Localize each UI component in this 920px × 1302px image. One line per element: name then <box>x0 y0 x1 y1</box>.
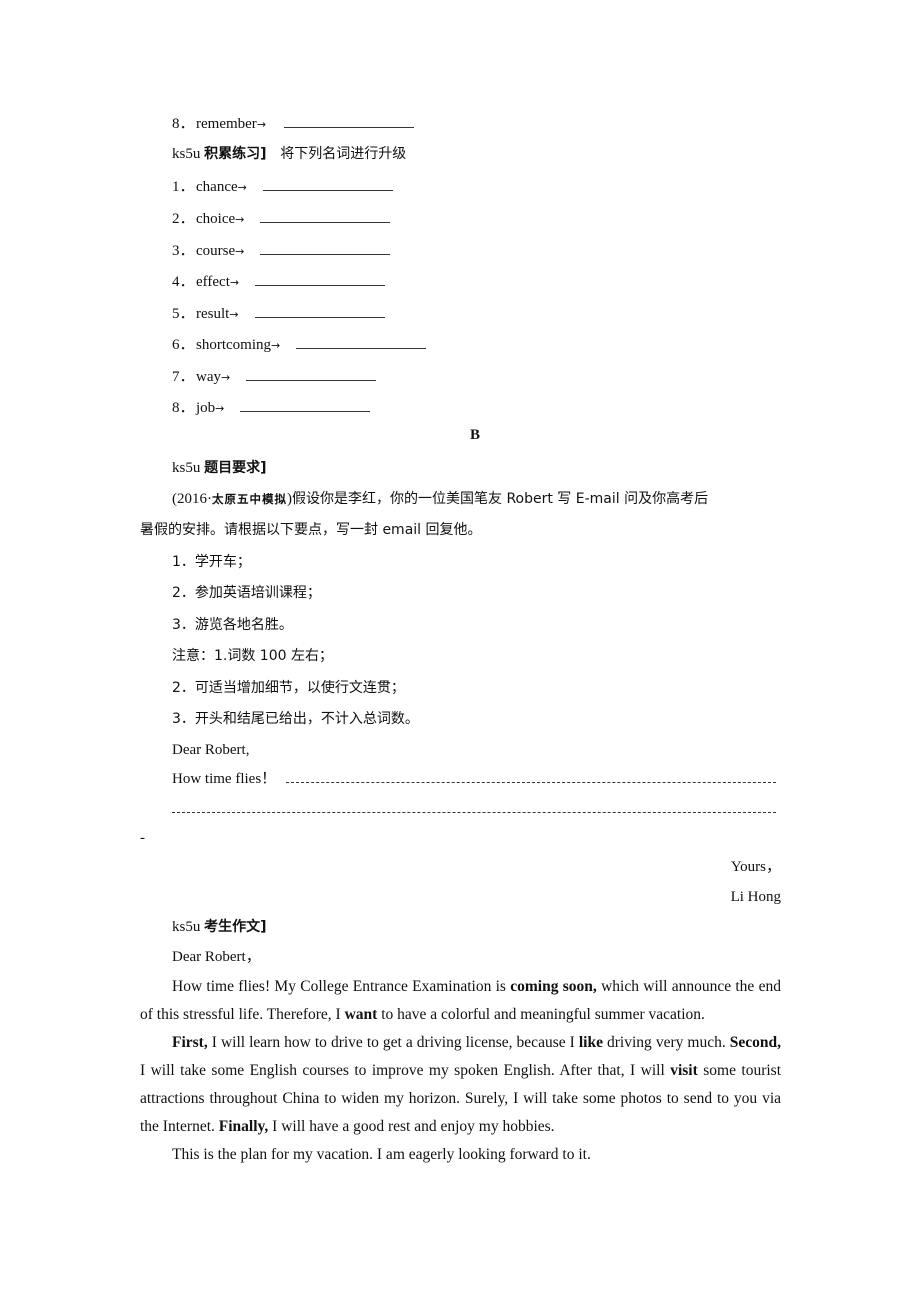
essay-greeting: Dear Robert， <box>172 949 261 965</box>
item-word: shortcoming <box>196 337 271 353</box>
emphasized-phrase: visit <box>670 1062 698 1079</box>
essay-text: I will take some English courses to impr… <box>140 1062 671 1079</box>
emphasized-phrase: want <box>344 1006 378 1023</box>
section-title: 题目要求] <box>204 460 267 476</box>
section-tag: ks5u <box>172 460 201 476</box>
section-title: 积累练习] <box>204 146 267 162</box>
section-title: 考生作文] <box>204 919 267 935</box>
arrow-icon: → <box>271 339 281 352</box>
answer-blank[interactable] <box>246 366 377 381</box>
essay-paragraph-2: First, I will learn how to drive to get … <box>140 1029 781 1141</box>
exercise-item: 7．way→ <box>172 366 377 386</box>
item-word: result <box>196 306 230 322</box>
section-title-essay: ks5u 考生作文] <box>172 917 267 937</box>
writing-area-line[interactable] <box>285 771 776 783</box>
point-item: 1．学开车； <box>172 554 251 570</box>
writing-area-line[interactable] <box>172 801 776 813</box>
emphasized-phrase: First, <box>172 1034 208 1051</box>
section-title-practice: ks5u 积累练习] 将下列名词进行升级 <box>172 144 406 164</box>
prompt-line-1: (2016·太原五中模拟)假设你是李红，你的一位美国笔友 Robert 写 E-… <box>172 489 708 509</box>
answer-blank[interactable] <box>255 271 386 286</box>
arrow-icon: → <box>256 118 267 131</box>
note-item: 注意：1.词数 100 左右； <box>172 648 333 664</box>
essay-text: to have a colorful and meaningful summer… <box>377 1006 705 1023</box>
arrow-icon: → <box>215 402 225 415</box>
answer-blank[interactable] <box>260 208 391 223</box>
item-word: course <box>196 243 236 259</box>
item-number: 1． <box>172 179 195 195</box>
item-word: remember <box>196 116 257 132</box>
answer-blank[interactable] <box>262 176 393 191</box>
exercise-item: 5．result→ <box>172 303 385 323</box>
item-word: chance <box>196 179 238 195</box>
source-name: 太原五中模拟 <box>212 492 287 506</box>
answer-blank[interactable] <box>254 303 385 318</box>
point-item: 3．游览各地名胜。 <box>172 617 293 633</box>
item-number: 3． <box>172 243 195 259</box>
item-word: effect <box>196 274 230 290</box>
essay-text: I will have a good rest and enjoy my hob… <box>268 1118 555 1135</box>
section-instruction: 将下列名词进行升级 <box>280 146 407 162</box>
letter-opening-line: How time flies！ <box>172 769 776 789</box>
source-open: (2016· <box>172 491 212 507</box>
exercise-item: 8．job→ <box>172 397 371 417</box>
emphasized-phrase: Finally, <box>218 1118 269 1135</box>
answer-blank[interactable] <box>284 113 415 128</box>
item-number: 6． <box>172 337 195 353</box>
note-item: 2．可适当增加细节，以使行文连贯； <box>172 680 405 696</box>
arrow-icon: → <box>221 371 231 384</box>
writing-area-line-2 <box>172 799 776 819</box>
essay-paragraph-3: This is the plan for my vacation. I am e… <box>140 1141 781 1169</box>
letter-signature: Li Hong <box>730 889 781 905</box>
arrow-icon: → <box>229 308 239 321</box>
arrow-icon: → <box>235 245 245 258</box>
arrow-icon: → <box>229 276 240 289</box>
point-item: 2．参加英语培训课程； <box>172 585 321 601</box>
answer-blank[interactable] <box>296 334 427 349</box>
note-item: 3．开头和结尾已给出，不计入总词数。 <box>172 711 419 727</box>
prompt-line-2: 暑假的安排。请根据以下要点，写一封 email 回复他。 <box>140 522 482 538</box>
item-number: 4． <box>172 274 195 290</box>
item-number: 5． <box>172 306 195 322</box>
letter-closing: Yours， <box>730 859 781 875</box>
arrow-icon: → <box>235 213 245 226</box>
emphasized-phrase: like <box>578 1034 603 1051</box>
item-word: way <box>196 369 221 385</box>
item-word: job <box>196 400 216 416</box>
letter-greeting: Dear Robert, <box>172 742 250 758</box>
essay-text: How time flies! My College Entrance Exam… <box>172 978 511 995</box>
exercise-item: 3．course→ <box>172 240 391 260</box>
letter-opening: How time flies！ <box>172 771 277 787</box>
section-tag: ks5u <box>172 919 201 935</box>
exercise-item: 4．effect→ <box>172 271 386 291</box>
item-number: 7． <box>172 369 195 385</box>
essay-text: This is the plan for my vacation. I am e… <box>172 1146 591 1163</box>
item-number: 2． <box>172 211 195 227</box>
exercise-item: 2．choice→ <box>172 208 391 228</box>
item-word: choice <box>196 211 236 227</box>
arrow-icon: → <box>237 181 247 194</box>
essay-paragraph-1: How time flies! My College Entrance Exam… <box>140 973 781 1029</box>
item-number: 8． <box>172 400 195 416</box>
essay-text: driving very much. <box>602 1034 730 1051</box>
exercise-item: 1．chance→ <box>172 176 393 196</box>
section-title-requirements: ks5u 题目要求] <box>172 458 267 478</box>
answer-blank[interactable] <box>240 397 371 412</box>
essay-text: I will learn how to drive to get a drivi… <box>207 1034 579 1051</box>
section-tag: ks5u <box>172 146 201 162</box>
exercise-item: 6．shortcoming→ <box>172 334 427 354</box>
emphasized-phrase: coming soon, <box>510 978 597 995</box>
prompt-text: 假设你是李红，你的一位美国笔友 Robert 写 E-mail 问及你高考后 <box>292 491 709 507</box>
emphasized-phrase: Second, <box>729 1034 781 1051</box>
section-heading-b: B <box>470 427 481 443</box>
answer-blank[interactable] <box>260 240 391 255</box>
item-number: 8． <box>172 116 195 132</box>
trailing-dash: - <box>140 830 145 846</box>
exercise-item-remember: 8．remember→ <box>172 113 415 133</box>
